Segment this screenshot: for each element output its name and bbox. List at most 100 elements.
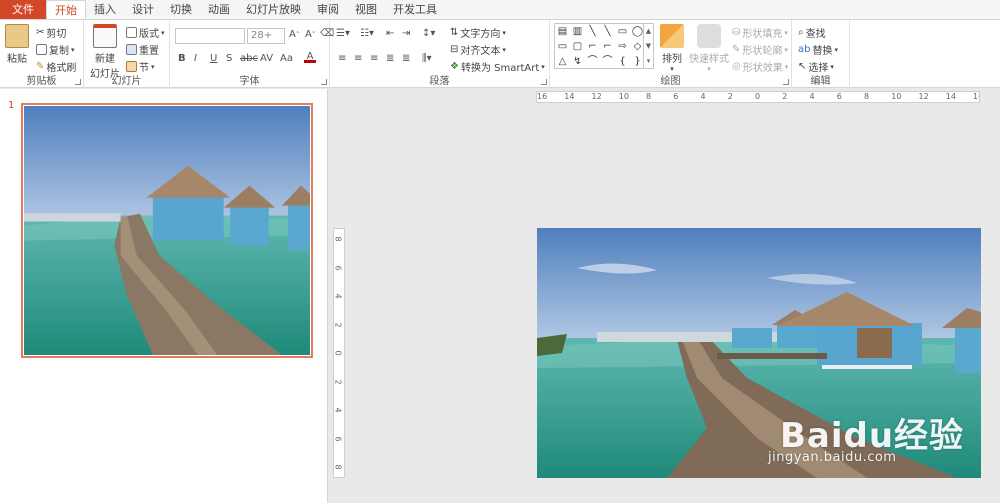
line-shape-icon[interactable]: ╲ xyxy=(585,24,600,39)
layout-button[interactable]: 版式 ▾ xyxy=(126,25,165,40)
chevron-down-icon: ▾ xyxy=(830,62,834,71)
line-shape-icon[interactable]: ╲ xyxy=(600,24,615,39)
text-shadow-button[interactable]: S xyxy=(226,53,232,64)
tab-design[interactable]: 设计 xyxy=(124,0,162,19)
group-slides: 新建 幻灯片 版式 ▾ 重置 节 ▾ 幻灯片 xyxy=(84,20,170,88)
strikethrough-button[interactable]: abc xyxy=(240,53,258,64)
italic-button[interactable]: I xyxy=(194,53,197,64)
curve-shape-icon[interactable]: ⌒ xyxy=(600,54,615,69)
ruler-tick-label: 4 xyxy=(333,407,343,413)
group-label-drawing: 绘图 xyxy=(660,76,681,87)
justify-icon[interactable]: ≣ xyxy=(386,53,394,64)
line-spacing-icon[interactable]: ↕▾ xyxy=(422,28,435,39)
underline-button[interactable]: U xyxy=(210,53,217,64)
text-direction-icon: ⇅ xyxy=(450,27,459,38)
ruler-tick-label: 10 xyxy=(891,92,902,101)
replace-button[interactable]: ab 替换 ▾ xyxy=(798,42,838,57)
bolt-shape-icon[interactable]: ↯ xyxy=(570,54,585,69)
shapes-gallery[interactable]: ▤ ▥ ╲ ╲ ▭ ◯ ▭ ▢ ⌐ ⌐ ⇨ ◇ △ ↯ ⌒ ⌒{} xyxy=(554,23,644,69)
ribbon: 粘贴 ✂ 剪切 复制 ▾ ✎ 格式刷 剪贴板 新建 幻灯片 版式 ▾ 重置 节 … xyxy=(0,19,1000,88)
distributed-icon[interactable]: ≣ xyxy=(402,53,410,64)
shrink-font-button[interactable]: A˅ xyxy=(305,29,315,40)
align-left-icon[interactable]: ≡ xyxy=(338,53,346,64)
align-center-icon[interactable]: ≡ xyxy=(354,53,362,64)
ruler-tick-label: 16 xyxy=(973,92,979,101)
resort-photo-thumbnail xyxy=(24,106,310,355)
arrange-icon xyxy=(660,24,684,48)
arrow-right-shape-icon[interactable]: ⇨ xyxy=(615,39,630,54)
brace-shape-icon[interactable]: { xyxy=(615,54,630,69)
find-label: 查找 xyxy=(805,29,826,40)
oval-shape-icon[interactable]: ◯ xyxy=(630,24,645,39)
bold-button[interactable]: B xyxy=(178,53,186,64)
ruler-tick-label: 14 xyxy=(564,92,575,101)
numbering-icon[interactable]: ☷▾ xyxy=(360,28,374,39)
textbox-shape-icon[interactable]: ▤ xyxy=(555,24,570,39)
group-editing: ⌕ 查找 ab 替换 ▾ ↖ 选择 ▾ 编辑 xyxy=(792,20,850,88)
align-right-icon[interactable]: ≡ xyxy=(370,53,378,64)
text-direction-button[interactable]: ⇅ 文字方向 ▾ xyxy=(450,25,506,40)
cut-button[interactable]: ✂ 剪切 xyxy=(36,25,66,40)
connector-shape-icon[interactable]: ⌐ xyxy=(585,39,600,54)
slide-canvas[interactable] xyxy=(537,228,981,478)
tab-view[interactable]: 视图 xyxy=(347,0,385,19)
rounded-rectangle-shape-icon[interactable]: ▢ xyxy=(570,39,585,54)
font-name-combo[interactable] xyxy=(175,28,245,44)
tab-review[interactable]: 审阅 xyxy=(309,0,347,19)
arrange-button[interactable]: 排列 ▾ xyxy=(658,24,686,73)
shapes-scroll[interactable]: ▲ ▼ ▾ xyxy=(644,23,654,69)
font-color-button[interactable]: A xyxy=(304,51,316,63)
tab-transitions[interactable]: 切换 xyxy=(162,0,200,19)
curve-shape-icon[interactable]: ⌒ xyxy=(585,54,600,69)
shape-fill-button[interactable]: ⛁ 形状填充 ▾ xyxy=(732,25,788,40)
tab-home[interactable]: 开始 xyxy=(46,0,86,19)
scissors-icon: ✂ xyxy=(36,27,45,38)
find-button[interactable]: ⌕ 查找 xyxy=(798,25,826,40)
chevron-down-icon: ▾ xyxy=(71,45,75,54)
chevron-down-icon: ▾ xyxy=(541,62,545,71)
chevron-down-icon: ▾ xyxy=(784,62,789,71)
increase-indent-icon[interactable]: ⇥ xyxy=(402,28,410,39)
reset-button[interactable]: 重置 xyxy=(126,42,159,57)
tab-developer[interactable]: 开发工具 xyxy=(385,0,445,19)
paste-icon xyxy=(5,24,29,48)
font-size-combo[interactable]: 28+ xyxy=(247,28,285,44)
paste-button[interactable]: 粘贴 xyxy=(3,24,31,65)
slide-thumbnail[interactable] xyxy=(21,103,313,358)
quick-styles-button[interactable]: 快速样式 ▾ xyxy=(688,24,730,73)
paint-bucket-icon: ⛁ xyxy=(732,27,741,38)
columns-icon[interactable]: ⫼▾ xyxy=(422,53,432,64)
chevron-down-icon: ▾ xyxy=(784,45,788,54)
resort-photo xyxy=(537,228,981,478)
quick-styles-label: 快速样式 xyxy=(689,54,729,65)
horizontal-ruler[interactable]: 16 14 12 10 8 6 4 2 0 2 4 6 8 10 12 14 16 xyxy=(536,91,980,103)
ruler-tick-label: 8 xyxy=(333,464,343,470)
dialog-launcher-icon[interactable] xyxy=(321,79,327,85)
character-spacing-button[interactable]: AV xyxy=(260,53,273,64)
tab-insert[interactable]: 插入 xyxy=(86,0,124,19)
rectangle-shape-icon[interactable]: ▭ xyxy=(615,24,630,39)
grow-font-button[interactable]: A˄ xyxy=(289,29,299,40)
decrease-indent-icon[interactable]: ⇤ xyxy=(386,28,394,39)
shape-outline-button[interactable]: ✎ 形状轮廓 ▾ xyxy=(732,42,788,57)
brace-shape-icon[interactable]: } xyxy=(630,54,645,69)
vertical-ruler[interactable]: 8 6 4 2 0 2 4 6 8 xyxy=(333,228,345,478)
rectangle-shape-icon[interactable]: ▭ xyxy=(555,39,570,54)
diamond-shape-icon[interactable]: ◇ xyxy=(630,39,645,54)
connector-shape-icon[interactable]: ⌐ xyxy=(600,39,615,54)
tab-slideshow[interactable]: 幻灯片放映 xyxy=(238,0,309,19)
dialog-launcher-icon[interactable] xyxy=(783,79,789,85)
align-text-button[interactable]: ⊟ 对齐文本 ▾ xyxy=(450,42,506,57)
vertical-textbox-shape-icon[interactable]: ▥ xyxy=(570,24,585,39)
group-label-slides: 幻灯片 xyxy=(111,76,142,87)
reset-icon xyxy=(126,44,137,55)
dialog-launcher-icon[interactable] xyxy=(75,79,81,85)
tab-animations[interactable]: 动画 xyxy=(200,0,238,19)
change-case-button[interactable]: Aa xyxy=(280,53,293,64)
group-paragraph: ☰▾ ☷▾ ⇤ ⇥ ↕▾ ≡ ≡ ≡ ≣ ≣ ⫼▾ ⇅ 文字方向 ▾ ⊟ 对齐文本 ▾ … xyxy=(330,20,550,88)
triangle-shape-icon[interactable]: △ xyxy=(555,54,570,69)
copy-button[interactable]: 复制 ▾ xyxy=(36,42,75,57)
tab-file[interactable]: 文件 xyxy=(0,0,46,19)
dialog-launcher-icon[interactable] xyxy=(541,79,547,85)
bullets-icon[interactable]: ☰▾ xyxy=(336,28,350,39)
